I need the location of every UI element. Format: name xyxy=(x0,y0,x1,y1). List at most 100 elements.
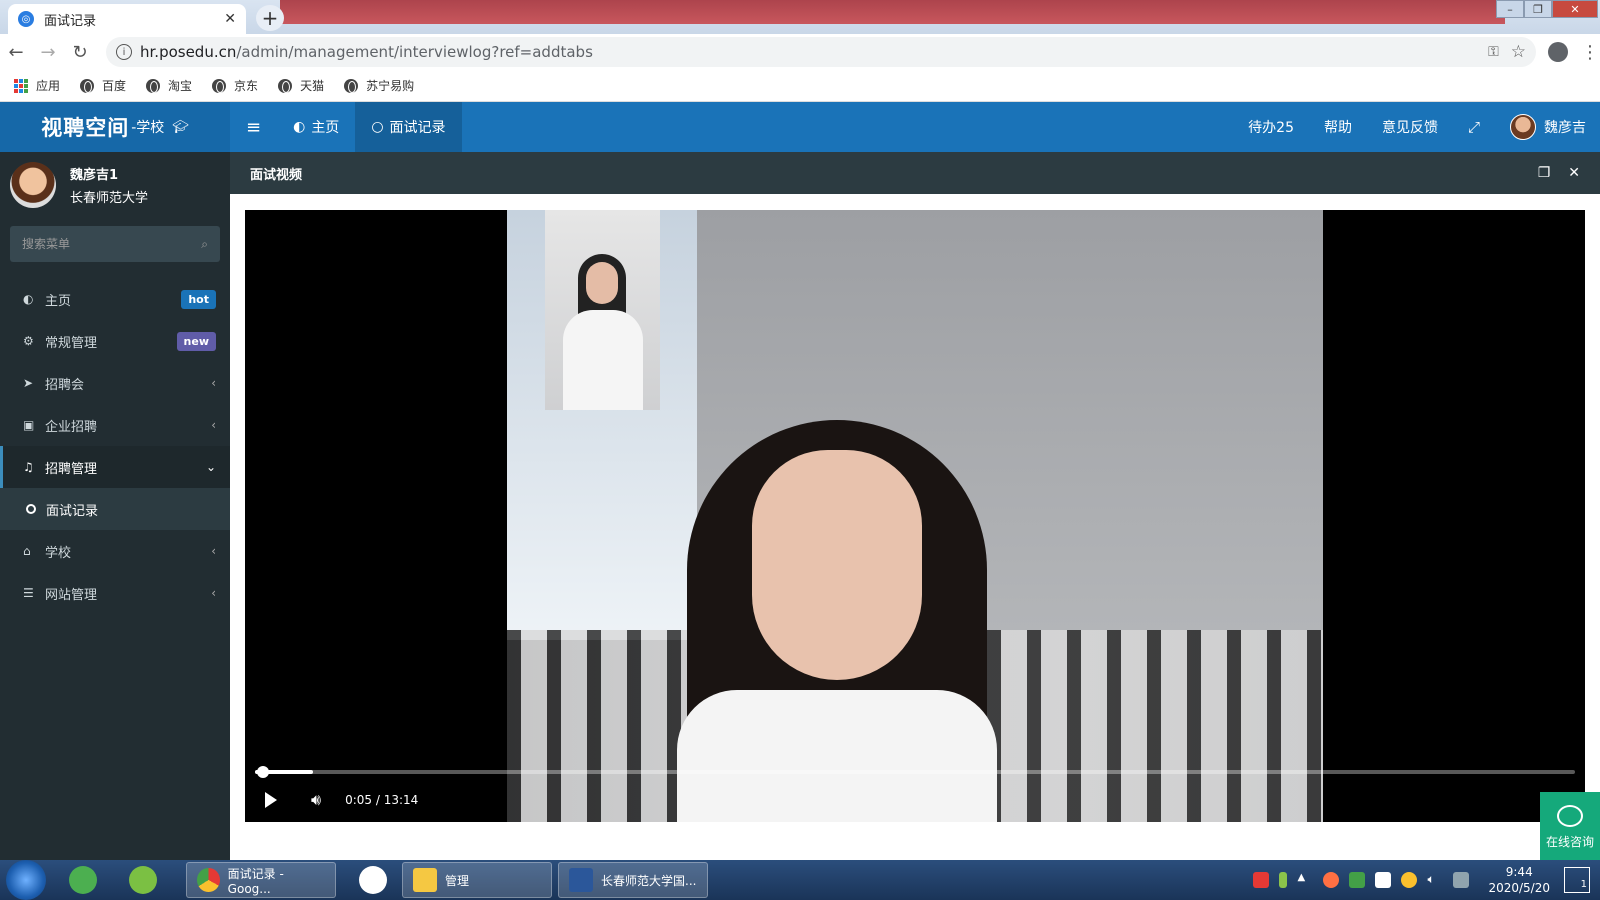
sidebar-item-job-fair[interactable]: ➤ 招聘会 ‹ xyxy=(0,362,230,404)
bookmark-star-icon[interactable]: ☆ xyxy=(1511,42,1526,62)
address-bar: ← → ↻ i hr.posedu.cn/admin/management/in… xyxy=(0,34,1600,70)
background-window-strip xyxy=(280,0,1505,24)
chevron-left-icon: ‹ xyxy=(211,376,216,390)
plus-circle-icon[interactable] xyxy=(1401,872,1418,888)
reload-icon[interactable]: ↻ xyxy=(64,42,96,63)
help-button[interactable]: 帮助 xyxy=(1309,102,1367,152)
wechat-icon[interactable] xyxy=(120,862,166,898)
sidebar-item-site-management[interactable]: ☰ 网站管理 ‹ xyxy=(0,572,230,614)
forward-icon[interactable]: → xyxy=(32,42,64,63)
apps-grid-icon xyxy=(14,78,28,93)
tray-expand-icon[interactable]: ▲ xyxy=(1297,872,1313,888)
sidebar-item-recruit-management[interactable]: ♫ 招聘管理 ⌄ xyxy=(0,446,230,488)
user-school: 长春师范大学 xyxy=(70,191,149,206)
online-consult-button[interactable]: 在线咨询 xyxy=(1540,792,1600,862)
browser-menu-icon[interactable]: ⋮ xyxy=(1580,42,1600,63)
dashboard-icon: ◐ xyxy=(293,119,306,135)
word-icon xyxy=(569,868,593,892)
speaker-icon[interactable]: 🔈︎ xyxy=(1427,872,1443,888)
system-tray: ▲ 🔈︎ 9:44 2020/5/20 1 xyxy=(1248,860,1600,900)
new-tab-button[interactable]: + xyxy=(256,5,284,31)
password-key-icon[interactable]: ⚿ xyxy=(1488,44,1499,60)
back-icon[interactable]: ← xyxy=(0,42,32,63)
sidebar-item-general[interactable]: ⚙ 常规管理 new xyxy=(0,320,230,362)
baidu-netdisk-icon[interactable] xyxy=(350,862,396,898)
feedback-button[interactable]: 意见反馈 xyxy=(1367,102,1453,152)
hot-badge: hot xyxy=(181,289,216,309)
sidebar-item-home[interactable]: ◐ 主页 hot xyxy=(0,278,230,320)
sidebar-search: ⌕ xyxy=(10,226,220,262)
tab-close-icon[interactable]: ✕ xyxy=(224,11,236,27)
taskbar-clock[interactable]: 9:44 2020/5/20 xyxy=(1488,864,1550,896)
volume-icon[interactable]: 🔊︎ xyxy=(311,790,321,810)
maximize-button[interactable]: ❐ xyxy=(1524,0,1552,18)
pip-camera-feed xyxy=(545,210,660,410)
flag-icon[interactable] xyxy=(1375,872,1392,888)
circle-icon: ○ xyxy=(371,119,384,135)
sogou-input-icon[interactable] xyxy=(1253,872,1270,888)
fullscreen-icon[interactable]: ⤢ xyxy=(1453,102,1495,152)
cogs-icon: ⚙ xyxy=(23,334,34,348)
app-logo[interactable]: 视聘空间 -学校 🎓︎ xyxy=(0,102,230,152)
sidebar-item-company-recruit[interactable]: ▣ 企业招聘 ‹ xyxy=(0,404,230,446)
globe-icon xyxy=(146,78,161,93)
institution-icon: ⌂ xyxy=(23,544,31,558)
sidebar-subitem-interview-log[interactable]: 面试记录 xyxy=(0,488,230,530)
taskbar-app-icon[interactable] xyxy=(60,862,106,898)
url-omnibox[interactable]: i hr.posedu.cn/admin/management/intervie… xyxy=(106,37,1536,67)
user-menu[interactable]: 魏彦吉 xyxy=(1495,102,1600,152)
todo-button[interactable]: 待办25 xyxy=(1233,102,1309,152)
play-icon[interactable] xyxy=(265,792,277,808)
chevron-left-icon: ‹ xyxy=(211,544,216,558)
minimize-button[interactable]: – xyxy=(1496,0,1524,18)
circle-icon xyxy=(26,504,36,514)
bookmark-taobao[interactable]: 淘宝 xyxy=(146,77,192,94)
taskbar-word-task[interactable]: 长春师范大学国... xyxy=(558,862,708,898)
video-progress-bar[interactable] xyxy=(255,766,1575,778)
avatar xyxy=(10,162,56,208)
panel-header: 面试视频 ❐ ✕ xyxy=(230,152,1600,194)
progress-handle[interactable] xyxy=(257,766,269,778)
action-center-icon[interactable]: 1 xyxy=(1564,867,1590,893)
bookmark-jd[interactable]: 京东 xyxy=(212,77,258,94)
paper-plane-icon: ➤ xyxy=(23,376,34,390)
sidebar-toggle-button[interactable]: ≡ xyxy=(230,102,277,152)
profile-icon[interactable] xyxy=(1548,42,1568,62)
bookmark-suning[interactable]: 苏宁易购 xyxy=(344,77,414,94)
site-favicon-icon: ◎ xyxy=(18,11,34,27)
avatar xyxy=(1510,114,1536,140)
user-panel: 魏彦吉1 长春师范大学 xyxy=(0,152,230,218)
nav-home[interactable]: ◐ 主页 xyxy=(277,102,355,152)
browser-tab[interactable]: ◎ 面试记录 ✕ xyxy=(8,4,246,34)
nav-interview-log[interactable]: ○ 面试记录 xyxy=(355,102,462,152)
id-card-icon: ▣ xyxy=(23,418,35,432)
close-icon[interactable]: ✕ xyxy=(1568,165,1580,181)
taskbar-folder-task[interactable]: 管理 xyxy=(402,862,552,898)
bookmark-apps[interactable]: 应用 xyxy=(14,77,60,94)
shield-icon[interactable] xyxy=(1349,872,1366,888)
start-button[interactable] xyxy=(6,860,46,900)
video-player[interactable]: 🔊︎ 0:05 / 13:14 1x xyxy=(245,210,1585,822)
user-name: 魏彦吉1 xyxy=(70,168,119,183)
restore-window-icon[interactable]: ❐ xyxy=(1538,165,1551,181)
tab-title: 面试记录 xyxy=(44,13,97,29)
chevron-left-icon: ‹ xyxy=(211,418,216,432)
dashboard-icon: ◐ xyxy=(23,292,34,306)
windows-taskbar: 面试记录 - Goog... 管理 长春师范大学国... ▲ 🔈︎ 9:44 2… xyxy=(0,860,1600,900)
bookmark-baidu[interactable]: 百度 xyxy=(80,77,126,94)
url-text[interactable]: hr.posedu.cn/admin/management/interviewl… xyxy=(140,43,1488,61)
taskbar-chrome-task[interactable]: 面试记录 - Goog... xyxy=(186,862,336,898)
globe-icon xyxy=(212,78,227,93)
network-icon[interactable] xyxy=(1453,872,1470,888)
chrome-icon xyxy=(197,868,220,892)
battery-icon[interactable] xyxy=(1279,872,1288,888)
search-icon[interactable]: ⌕ xyxy=(201,237,208,252)
menu-search-input[interactable] xyxy=(22,237,202,251)
qq-icon[interactable] xyxy=(1323,872,1340,888)
bookmark-tmall[interactable]: 天猫 xyxy=(278,77,324,94)
sidebar-item-school[interactable]: ⌂ 学校 ‹ xyxy=(0,530,230,572)
window-close-button[interactable]: ✕ xyxy=(1552,0,1598,18)
chevron-down-icon: ⌄ xyxy=(205,460,216,474)
globe-icon xyxy=(344,78,359,93)
site-info-icon[interactable]: i xyxy=(116,44,132,60)
